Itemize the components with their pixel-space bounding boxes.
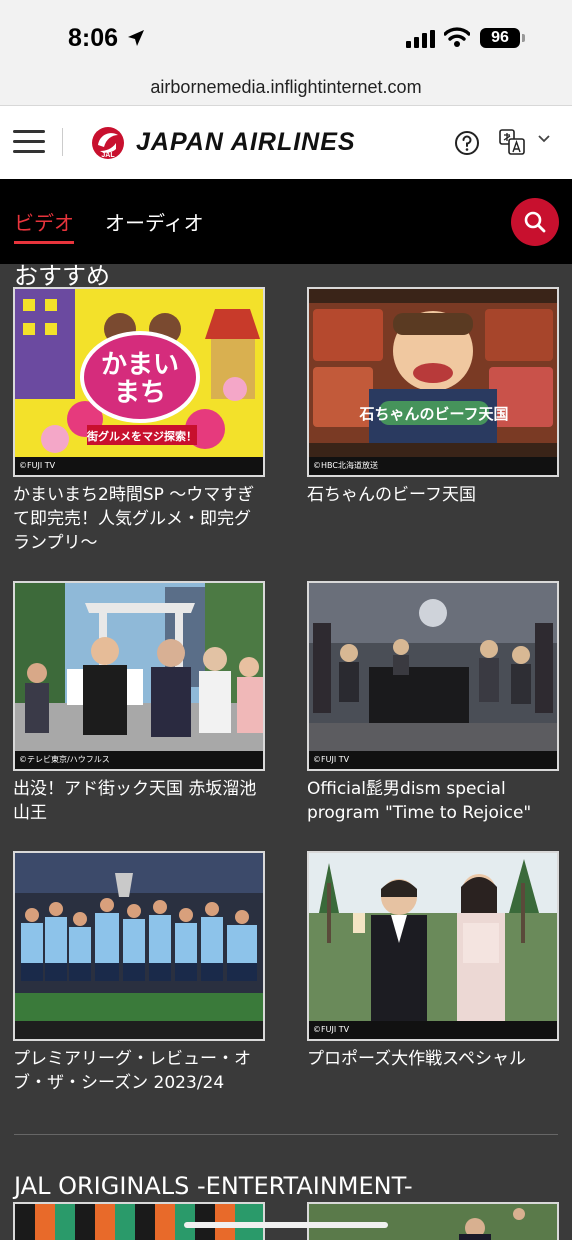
svg-text:まち: まち bbox=[114, 378, 166, 408]
status-time: 8:06 bbox=[68, 24, 119, 52]
section-divider bbox=[14, 1134, 558, 1135]
tab-video[interactable]: ビデオ bbox=[14, 207, 74, 244]
site-header: JAL JAPAN AIRLINES bbox=[0, 106, 572, 179]
thumbnail-image bbox=[309, 583, 557, 751]
signal-icon bbox=[406, 30, 435, 48]
video-title[interactable]: プレミアリーグ・レビュー・オブ・ザ・シーズン 2023/24 bbox=[13, 1047, 265, 1095]
copyright-credit: ©テレビ東京/ハウフルス bbox=[15, 751, 263, 769]
video-card[interactable]: かまい まち 街グルメをマジ探索！ ©FUJI TV かまいまち2時間SP 〜ウ… bbox=[13, 287, 265, 555]
video-title[interactable]: 出没！アド街ック天国 赤坂溜池山王 bbox=[13, 777, 265, 825]
home-indicator[interactable] bbox=[184, 1222, 388, 1228]
video-card[interactable]: プレミアリーグ・レビュー・オブ・ザ・シーズン 2023/24 bbox=[13, 851, 265, 1095]
section-title: おすすめ bbox=[14, 262, 110, 290]
section-title-jal-originals: JAL ORIGINALS -ENTERTAINMENT- bbox=[14, 1172, 413, 1200]
thumbnail-image bbox=[15, 853, 263, 1021]
copyright-credit: ©FUJI TV bbox=[309, 751, 557, 769]
video-card[interactable]: 石ちゃんのビーフ天国 ©HBC北海道放送 石ちゃんのビーフ天国 bbox=[307, 287, 559, 507]
hamburger-menu-icon[interactable] bbox=[13, 128, 45, 156]
video-thumbnail[interactable]: 石ちゃんのビーフ天国 ©HBC北海道放送 bbox=[307, 287, 559, 477]
battery-icon: 96 bbox=[480, 28, 525, 48]
thumbnail-image bbox=[309, 853, 557, 1021]
video-thumbnail[interactable]: ©FUJI TV bbox=[307, 581, 559, 771]
video-card[interactable]: ©FUJI TV プロポーズ大作戦スペシャル bbox=[307, 851, 559, 1071]
video-title[interactable]: Official髭男dism special program "Time to … bbox=[307, 777, 559, 825]
thumbnail-image bbox=[15, 583, 263, 751]
video-thumbnail[interactable] bbox=[13, 851, 265, 1041]
status-bar: 8:06 96 bbox=[0, 0, 572, 72]
video-title[interactable]: プロポーズ大作戦スペシャル bbox=[307, 1047, 559, 1071]
tab-audio[interactable]: オーディオ bbox=[105, 207, 204, 236]
video-thumbnail[interactable]: ©テレビ東京/ハウフルス bbox=[13, 581, 265, 771]
media-nav: ビデオ オーディオ bbox=[0, 179, 572, 264]
chevron-down-icon[interactable] bbox=[537, 134, 551, 144]
location-arrow-icon bbox=[128, 30, 144, 46]
copyright-credit: ©FUJI TV bbox=[309, 1021, 557, 1039]
thumbnail-image: 石ちゃんのビーフ天国 bbox=[309, 289, 557, 457]
brand-name[interactable]: JAPAN AIRLINES bbox=[136, 128, 356, 157]
video-title[interactable]: 石ちゃんのビーフ天国 bbox=[307, 483, 559, 507]
svg-text:街グルメをマジ探索！: 街グルメをマジ探索！ bbox=[86, 429, 197, 443]
translate-icon[interactable] bbox=[498, 128, 526, 156]
svg-text:石ちゃんのビーフ天国: 石ちゃんのビーフ天国 bbox=[358, 405, 508, 423]
video-card[interactable]: ©テレビ東京/ハウフルス 出没！アド街ック天国 赤坂溜池山王 bbox=[13, 581, 265, 825]
copyright-credit: ©FUJI TV bbox=[15, 457, 263, 475]
svg-text:かまい: かまい bbox=[101, 350, 179, 380]
jal-crane-logo-icon[interactable]: JAL bbox=[90, 125, 126, 161]
thumbnail-image: かまい まち 街グルメをマジ探索！ bbox=[15, 289, 263, 457]
video-thumbnail[interactable]: かまい まち 街グルメをマジ探索！ ©FUJI TV bbox=[13, 287, 265, 477]
video-card[interactable]: ©FUJI TV Official髭男dism special program … bbox=[307, 581, 559, 825]
video-thumbnail[interactable]: ©FUJI TV bbox=[307, 851, 559, 1041]
svg-text:JAL: JAL bbox=[101, 152, 115, 159]
copyright-credit: ©HBC北海道放送 bbox=[309, 457, 557, 475]
url-bar[interactable]: airbornemedia.inflightinternet.com bbox=[0, 72, 572, 106]
video-title[interactable]: かまいまち2時間SP 〜ウマすぎて即完売！人気グルメ・即完グランプリ〜 bbox=[13, 483, 265, 555]
help-icon[interactable] bbox=[454, 130, 480, 156]
header-divider bbox=[62, 128, 63, 156]
wifi-icon bbox=[444, 27, 470, 47]
search-button[interactable] bbox=[511, 198, 559, 246]
video-card-peek[interactable] bbox=[307, 1202, 559, 1240]
search-icon bbox=[524, 211, 546, 233]
video-card-peek[interactable] bbox=[13, 1202, 265, 1240]
